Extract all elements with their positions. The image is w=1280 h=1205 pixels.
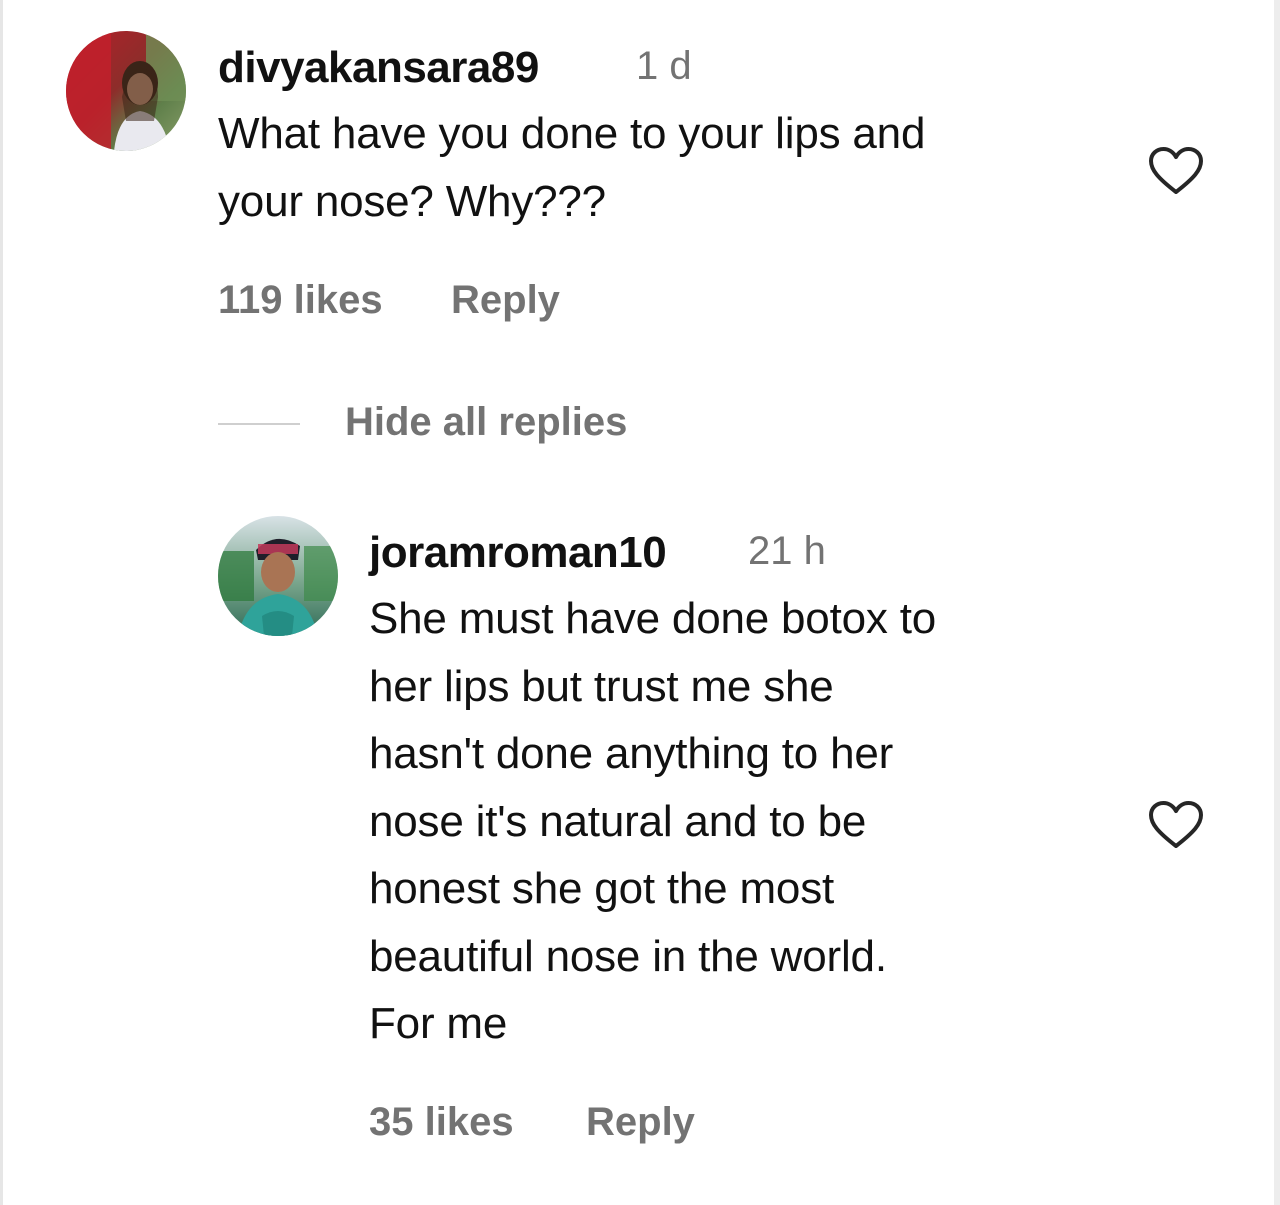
reply-username[interactable]: joramroman10 (369, 528, 667, 578)
reply-text-line: beautiful nose in the world. (369, 931, 887, 981)
reply-text-line: She must have done botox to (369, 594, 936, 643)
reply-button[interactable]: Reply (586, 1100, 695, 1145)
like-count[interactable]: 119 likes (218, 278, 383, 323)
window-left-border (0, 0, 3, 1205)
reply-text-line: her lips but trust me she (369, 661, 834, 711)
like-count[interactable]: 35 likes (369, 1100, 514, 1145)
avatar-woman-photo (66, 31, 186, 151)
reply-text-line: nose it's natural and to be (369, 796, 867, 846)
comment-text: What have you done to your lips and your… (218, 100, 925, 235)
heart-outline-icon[interactable] (1148, 146, 1204, 196)
comment-text-line: What have you done to your lips and (218, 109, 926, 158)
reply-text-line: hasn't done anything to her (369, 729, 894, 778)
avatar[interactable] (218, 516, 338, 636)
window-right-border (1274, 0, 1280, 1205)
comment-username[interactable]: divyakansara89 (218, 43, 539, 93)
hide-replies-button[interactable]: Hide all replies (345, 400, 627, 445)
replies-divider-line (218, 423, 300, 425)
comment-text-line: your nose? Why??? (218, 176, 606, 226)
reply-text: She must have done botox to her lips but… (369, 585, 936, 1058)
reply-timestamp: 21 h (748, 529, 826, 573)
comment-timestamp: 1 d (636, 44, 692, 88)
heart-outline-icon[interactable] (1148, 800, 1204, 850)
reply-text-line: For me (369, 999, 508, 1048)
avatar-man-photo (218, 516, 338, 636)
reply-button[interactable]: Reply (451, 278, 560, 323)
reply-text-line: honest she got the most (369, 864, 835, 913)
avatar[interactable] (66, 31, 186, 151)
